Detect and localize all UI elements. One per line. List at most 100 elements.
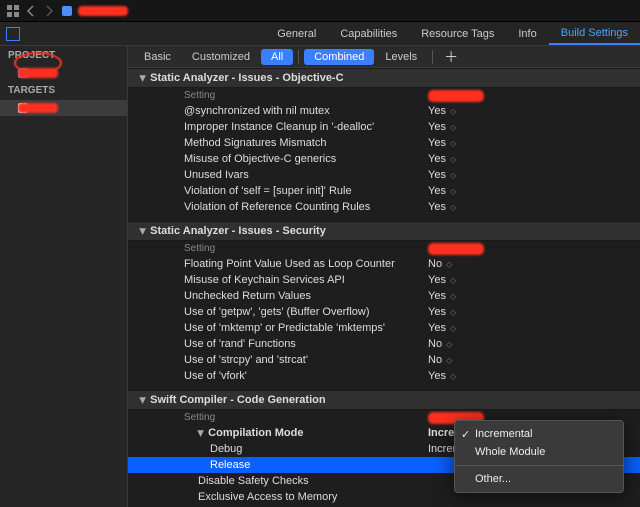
stepper-icon: ◇ <box>450 155 454 164</box>
stepper-icon: ◇ <box>450 292 454 301</box>
stepper-icon: ◇ <box>450 308 454 317</box>
setting-row[interactable]: Method Signatures MismatchYes◇ <box>128 135 640 151</box>
setting-label: Disable Safety Checks <box>128 475 428 487</box>
column-target-redacted <box>428 243 484 255</box>
setting-value[interactable]: Yes◇ <box>428 274 558 286</box>
stepper-icon: ◇ <box>450 107 454 116</box>
setting-row[interactable]: Use of 'rand' FunctionsNo◇ <box>128 336 640 352</box>
targets-heading: TARGETS <box>0 81 127 100</box>
target-item[interactable] <box>0 100 127 116</box>
popup-item-other[interactable]: Other... <box>455 470 623 488</box>
setting-row[interactable]: Improper Instance Cleanup in '-dealloc'Y… <box>128 119 640 135</box>
setting-value[interactable]: Yes◇ <box>428 370 558 382</box>
related-items-icon[interactable] <box>6 4 20 18</box>
setting-row[interactable]: Misuse of Objective-C genericsYes◇ <box>128 151 640 167</box>
column-target-redacted <box>428 90 484 102</box>
project-navigator-icon[interactable] <box>6 27 20 41</box>
setting-row[interactable]: Use of 'mktemp' or Predictable 'mktemps'… <box>128 320 640 336</box>
setting-row[interactable]: Unused IvarsYes◇ <box>128 167 640 183</box>
tab-info[interactable]: Info <box>506 22 548 45</box>
tab-build-settings[interactable]: Build Settings <box>549 22 640 45</box>
stepper-icon: ◇ <box>450 372 454 381</box>
setting-value[interactable]: Yes◇ <box>428 322 558 334</box>
setting-label: Misuse of Keychain Services API <box>128 274 428 286</box>
setting-label: Method Signatures Mismatch <box>128 137 428 149</box>
section-header-swift-codegen[interactable]: ▶ Swift Compiler - Code Generation <box>128 390 640 410</box>
section-title: Static Analyzer - Issues - Objective-C <box>150 72 343 84</box>
tab-resource-tags[interactable]: Resource Tags <box>409 22 506 45</box>
setting-row[interactable]: Violation of 'self = [super init]' RuleY… <box>128 183 640 199</box>
setting-label: Use of 'getpw', 'gets' (Buffer Overflow) <box>128 306 428 318</box>
filter-all[interactable]: All <box>261 49 293 65</box>
disclosure-icon: ▶ <box>139 75 148 81</box>
popup-item-whole-module[interactable]: Whole Module <box>455 443 623 461</box>
disclosure-icon: ▶ <box>197 430 206 436</box>
stepper-icon: ◇ <box>446 260 450 269</box>
disclosure-icon: ▶ <box>139 397 148 403</box>
setting-value[interactable]: Yes◇ <box>428 185 558 197</box>
setting-row[interactable]: Use of 'getpw', 'gets' (Buffer Overflow)… <box>128 304 640 320</box>
disclosure-icon: ▶ <box>139 228 148 234</box>
setting-label: Unchecked Return Values <box>128 290 428 302</box>
setting-row[interactable]: Use of 'vfork'Yes◇ <box>128 368 640 384</box>
filter-bar: Basic Customized All Combined Levels ＋ <box>128 46 640 68</box>
setting-value[interactable]: Yes◇ <box>428 153 558 165</box>
setting-value[interactable]: Yes◇ <box>428 169 558 181</box>
stepper-icon: ◇ <box>450 187 454 196</box>
setting-label: @synchronized with nil mutex <box>128 105 428 117</box>
section-title: Static Analyzer - Issues - Security <box>150 225 326 237</box>
stepper-icon: ◇ <box>450 276 454 285</box>
back-icon[interactable] <box>24 4 38 18</box>
navigator-selector-area <box>0 22 128 45</box>
popup-item-incremental[interactable]: Incremental <box>455 425 623 443</box>
add-setting-button[interactable]: ＋ <box>438 47 464 67</box>
breadcrumb-redacted <box>78 6 128 16</box>
setting-value[interactable]: No◇ <box>428 338 558 350</box>
setting-value[interactable]: Yes◇ <box>428 137 558 149</box>
setting-value[interactable]: No◇ <box>428 354 558 366</box>
setting-row[interactable]: Violation of Reference Counting RulesYes… <box>128 199 640 215</box>
filter-customized[interactable]: Customized <box>182 49 260 65</box>
separator <box>432 50 433 64</box>
setting-value[interactable]: Yes◇ <box>428 105 558 117</box>
section-header-security[interactable]: ▶ Static Analyzer - Issues - Security <box>128 221 640 241</box>
forward-icon[interactable] <box>42 4 56 18</box>
setting-label: ▶Compilation Mode <box>128 427 428 439</box>
stepper-icon: ◇ <box>446 340 450 349</box>
setting-label: Debug <box>128 443 428 455</box>
settings-content[interactable]: ▶ Static Analyzer - Issues - Objective-C… <box>128 68 640 507</box>
stepper-icon: ◇ <box>450 139 454 148</box>
setting-row[interactable]: Misuse of Keychain Services APIYes◇ <box>128 272 640 288</box>
setting-value[interactable]: Yes◇ <box>428 290 558 302</box>
setting-label: Use of 'strcpy' and 'strcat' <box>128 354 428 366</box>
setting-label: Floating Point Value Used as Loop Counte… <box>128 258 428 270</box>
filter-basic[interactable]: Basic <box>134 49 181 65</box>
setting-value[interactable]: Yes◇ <box>428 121 558 133</box>
tab-capabilities[interactable]: Capabilities <box>328 22 409 45</box>
editor-header: General Capabilities Resource Tags Info … <box>0 22 640 46</box>
setting-row[interactable]: @synchronized with nil mutexYes◇ <box>128 103 640 119</box>
column-setting: Setting <box>128 412 428 423</box>
setting-row[interactable]: Unchecked Return ValuesYes◇ <box>128 288 640 304</box>
stepper-icon: ◇ <box>450 324 454 333</box>
setting-label: Unused Ivars <box>128 169 428 181</box>
setting-value[interactable]: Yes◇ <box>428 306 558 318</box>
filter-levels[interactable]: Levels <box>375 49 427 65</box>
stepper-icon: ◇ <box>450 171 454 180</box>
setting-value[interactable]: No◇ <box>428 258 558 270</box>
setting-value[interactable]: Yes◇ <box>428 201 558 213</box>
build-settings-editor: Basic Customized All Combined Levels ＋ ▶… <box>128 46 640 507</box>
path-toolbar <box>0 0 640 22</box>
setting-row[interactable]: Floating Point Value Used as Loop Counte… <box>128 256 640 272</box>
filter-combined[interactable]: Combined <box>304 49 374 65</box>
setting-label: Violation of 'self = [super init]' Rule <box>128 185 428 197</box>
tab-general[interactable]: General <box>265 22 328 45</box>
value-popup-menu: Incremental Whole Module Other... <box>454 420 624 493</box>
section-header-objc[interactable]: ▶ Static Analyzer - Issues - Objective-C <box>128 68 640 88</box>
stepper-icon: ◇ <box>446 356 450 365</box>
setting-label: Use of 'mktemp' or Predictable 'mktemps' <box>128 322 428 334</box>
setting-row[interactable]: Use of 'strcpy' and 'strcat'No◇ <box>128 352 640 368</box>
setting-label: Violation of Reference Counting Rules <box>128 201 428 213</box>
target-name-redacted <box>18 103 58 113</box>
project-file-icon[interactable] <box>60 4 74 18</box>
